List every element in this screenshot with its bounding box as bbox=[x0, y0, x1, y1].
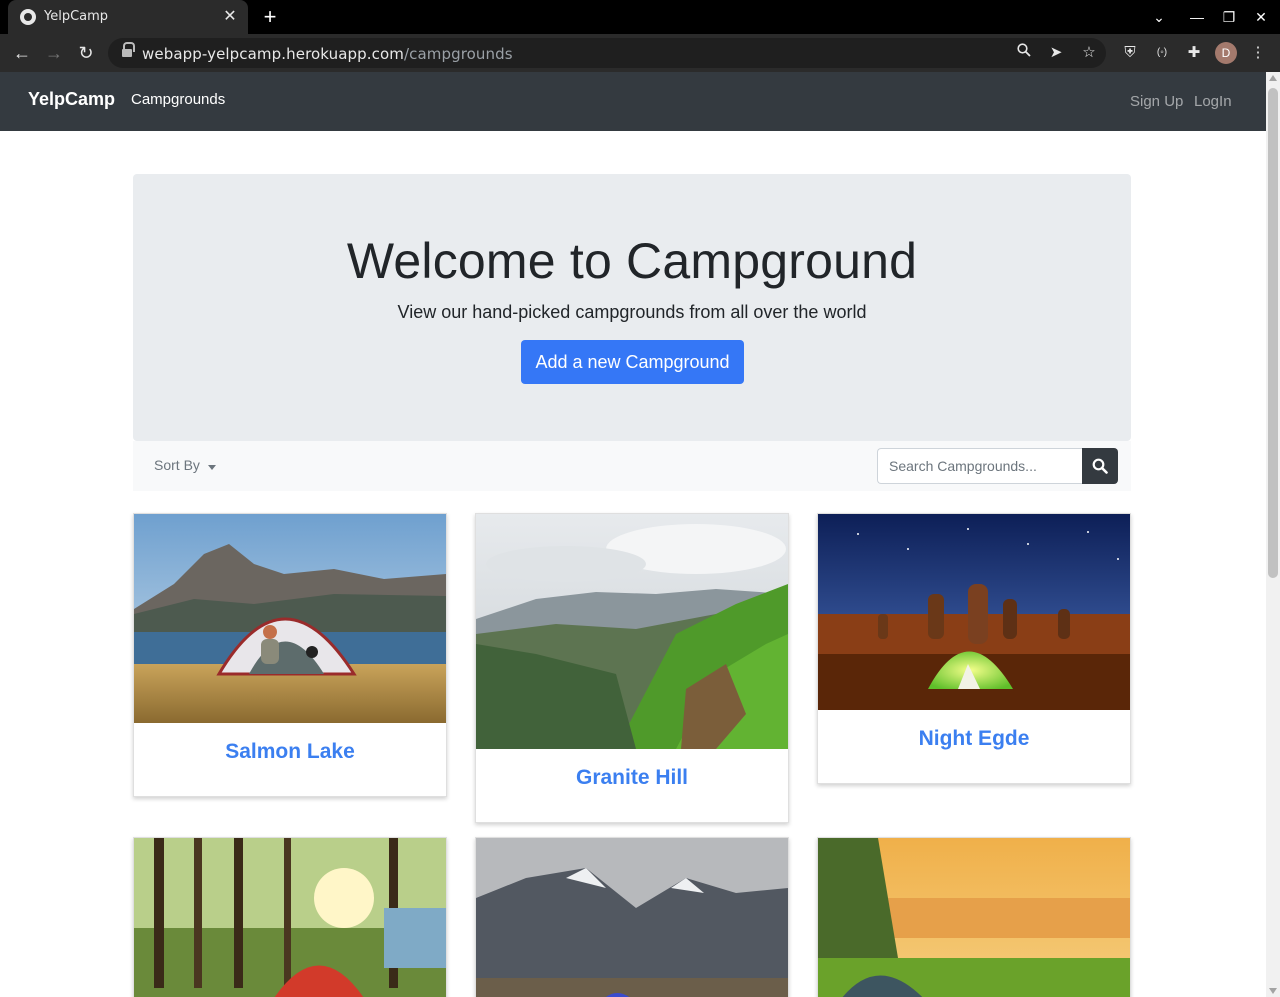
add-campground-button[interactable]: Add a new Campground bbox=[521, 340, 744, 384]
search-icon bbox=[1092, 458, 1108, 474]
url-host: webapp-yelpcamp.herokuapp.com bbox=[142, 45, 404, 63]
campground-card[interactable] bbox=[133, 837, 447, 997]
campground-image[interactable] bbox=[476, 514, 788, 749]
nav-login-link[interactable]: LogIn bbox=[1194, 93, 1232, 110]
search-input[interactable] bbox=[877, 448, 1083, 484]
campground-image[interactable] bbox=[818, 838, 1130, 997]
sort-by-dropdown[interactable]: Sort By bbox=[154, 457, 200, 473]
back-arrow-icon[interactable]: ← bbox=[10, 41, 34, 65]
campground-card[interactable]: Granite Hill bbox=[475, 513, 789, 823]
new-tab-button[interactable]: + bbox=[258, 4, 282, 30]
campground-image[interactable] bbox=[134, 838, 446, 997]
browser-toolbar: ← → ↻ webapp-yelpcamp.herokuapp.com/camp… bbox=[0, 34, 1280, 72]
minimize-icon[interactable]: — bbox=[1186, 6, 1208, 28]
browser-tab-bar: YelpCamp ✕ + ⌄ — ❐ ✕ bbox=[0, 0, 1280, 34]
sort-search-bar: Sort By bbox=[133, 441, 1131, 491]
nav-signup-link[interactable]: Sign Up bbox=[1130, 93, 1183, 110]
caret-down-icon[interactable] bbox=[208, 465, 216, 470]
scroll-up-arrow-icon[interactable] bbox=[1269, 75, 1277, 81]
bookmark-star-icon[interactable]: ☆ bbox=[1079, 43, 1099, 63]
forward-arrow-icon[interactable]: → bbox=[42, 41, 66, 65]
campground-title[interactable]: Salmon Lake bbox=[134, 740, 446, 764]
campground-card[interactable] bbox=[817, 837, 1131, 997]
scrollbar-thumb[interactable] bbox=[1268, 88, 1278, 578]
campground-card[interactable] bbox=[475, 837, 789, 997]
campground-image[interactable] bbox=[134, 514, 446, 723]
lock-icon[interactable] bbox=[122, 42, 135, 58]
reload-icon[interactable]: ↻ bbox=[74, 41, 98, 65]
profile-avatar[interactable]: D bbox=[1215, 42, 1237, 64]
scroll-down-arrow-icon[interactable] bbox=[1269, 988, 1277, 994]
shield-extension-icon[interactable]: ⛨ bbox=[1119, 42, 1141, 64]
address-bar[interactable]: webapp-yelpcamp.herokuapp.com/campground… bbox=[108, 38, 1106, 68]
browser-tab[interactable]: YelpCamp ✕ bbox=[8, 0, 248, 34]
campground-image[interactable] bbox=[476, 838, 788, 997]
close-tab-icon[interactable]: ✕ bbox=[220, 7, 240, 27]
window-close-icon[interactable]: ✕ bbox=[1250, 6, 1272, 28]
zoom-icon[interactable] bbox=[1014, 43, 1034, 63]
campground-title[interactable]: Granite Hill bbox=[476, 766, 788, 790]
restore-icon[interactable]: ❐ bbox=[1218, 6, 1240, 28]
page-viewport: YelpCamp Campgrounds Sign Up LogIn Welco… bbox=[0, 72, 1266, 997]
search-button[interactable] bbox=[1082, 448, 1118, 484]
url-text: webapp-yelpcamp.herokuapp.com/campground… bbox=[142, 45, 513, 63]
campground-title[interactable]: Night Egde bbox=[818, 727, 1130, 751]
hero-jumbotron: Welcome to Campground View our hand-pick… bbox=[133, 174, 1131, 441]
hero-lead: View our hand-picked campgrounds from al… bbox=[397, 302, 867, 322]
puzzle-icon[interactable]: ✚ bbox=[1183, 42, 1205, 64]
campground-image[interactable] bbox=[818, 514, 1130, 710]
tab-search-icon[interactable]: ⌄ bbox=[1148, 6, 1170, 28]
tab-title: YelpCamp bbox=[44, 9, 109, 24]
nav-campgrounds-link[interactable]: Campgrounds bbox=[131, 91, 225, 108]
brand-link[interactable]: YelpCamp bbox=[28, 89, 115, 110]
page-scrollbar[interactable] bbox=[1266, 72, 1280, 997]
menu-dots-icon[interactable]: ⋮ bbox=[1247, 42, 1269, 64]
hero-title: Welcome to Campground bbox=[346, 233, 918, 289]
campground-card[interactable]: Night Egde bbox=[817, 513, 1131, 784]
send-icon[interactable]: ➤ bbox=[1046, 43, 1066, 63]
globe-icon bbox=[20, 9, 36, 25]
url-path: /campgrounds bbox=[403, 45, 513, 63]
site-navbar: YelpCamp Campgrounds Sign Up LogIn bbox=[0, 72, 1266, 131]
extension-icon[interactable]: (◦) bbox=[1151, 42, 1173, 64]
campground-card[interactable]: Salmon Lake bbox=[133, 513, 447, 797]
